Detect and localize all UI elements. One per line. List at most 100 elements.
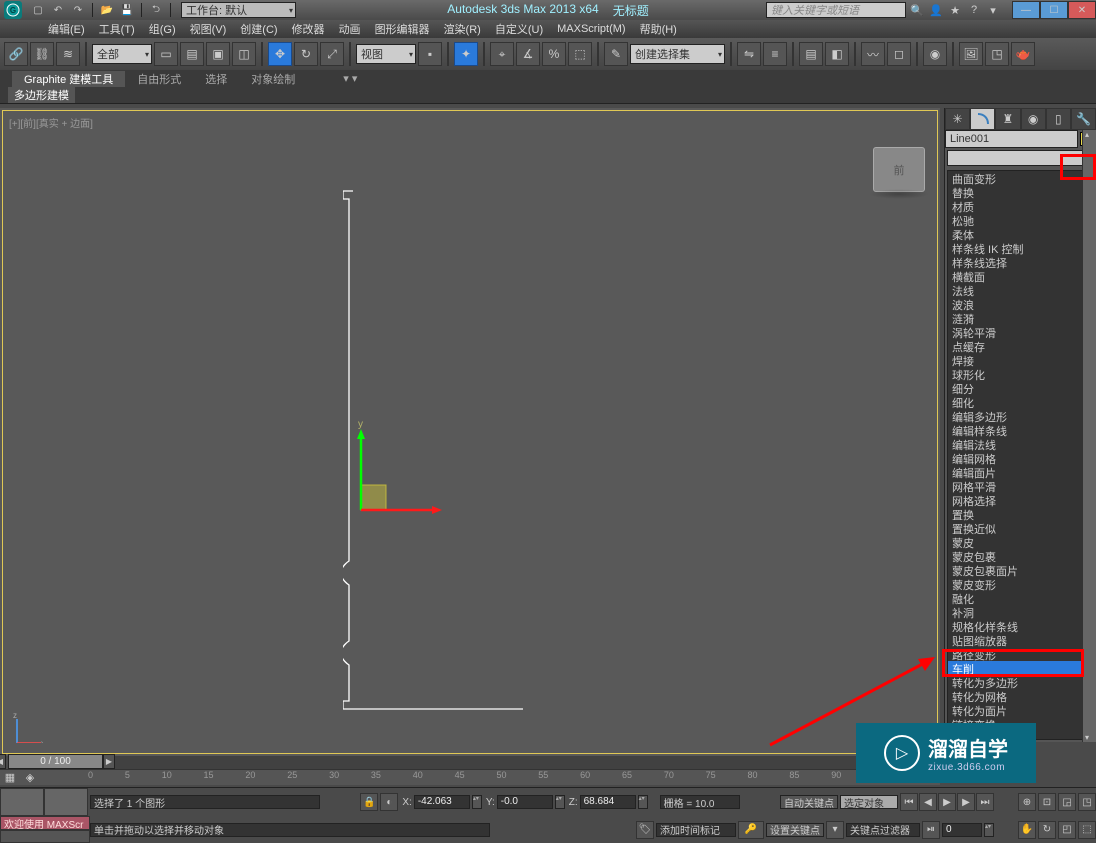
named-selection-dropdown[interactable]: 创建选择集: [630, 44, 725, 64]
select-rect-icon[interactable]: ▣: [206, 42, 230, 66]
align-icon[interactable]: ≡: [763, 42, 787, 66]
time-slider-prev[interactable]: ◀: [0, 754, 6, 769]
graphite-toggle-icon[interactable]: ◧: [825, 42, 849, 66]
goto-end-icon[interactable]: ⏭: [976, 793, 994, 811]
modifier-item[interactable]: 车削: [948, 661, 1093, 675]
track-key-icon[interactable]: ◈: [20, 771, 40, 784]
z-spinner[interactable]: ▴▾: [638, 795, 648, 809]
search-icon[interactable]: 🔍: [909, 2, 925, 18]
reference-coord-dropdown[interactable]: 视图: [356, 44, 416, 64]
isolate-icon[interactable]: ◐: [380, 793, 398, 811]
menu-views[interactable]: 视图(V): [186, 21, 231, 37]
x-coord-input[interactable]: -42.063: [414, 795, 470, 809]
open-icon[interactable]: 📂: [99, 2, 115, 18]
time-slider-thumb[interactable]: 0 / 100: [8, 754, 103, 769]
dropdown-icon[interactable]: ▾: [985, 2, 1001, 18]
maxscript-mini-listener[interactable]: [0, 788, 44, 816]
time-tag-icon[interactable]: 🏷: [636, 821, 654, 839]
viewport-nav-7[interactable]: ◰: [1058, 821, 1076, 839]
project-icon[interactable]: ⮌: [148, 2, 164, 18]
viewport-nav-3[interactable]: ◲: [1058, 793, 1076, 811]
command-panel-scrollbar[interactable]: [1082, 130, 1096, 742]
spinner-snap-icon[interactable]: ⬚: [568, 42, 592, 66]
modifier-item[interactable]: 网格选择: [948, 493, 1093, 507]
auto-key-button[interactable]: 自动关键点: [780, 795, 838, 809]
undo-icon[interactable]: ↶: [50, 2, 66, 18]
ribbon-tab-graphite[interactable]: Graphite 建模工具: [12, 71, 125, 87]
modifier-item[interactable]: 贴图缩放器: [948, 633, 1093, 647]
lock-selection-icon[interactable]: 🔒: [360, 793, 378, 811]
modifier-item[interactable]: 蒙皮: [948, 535, 1093, 549]
modifier-item[interactable]: 置换: [948, 507, 1093, 521]
transform-gizmo[interactable]: y x: [343, 421, 443, 521]
frame-spinner[interactable]: ▴▾: [984, 823, 994, 837]
menu-graph-editors[interactable]: 图形编辑器: [371, 21, 434, 37]
menu-customize[interactable]: 自定义(U): [491, 21, 547, 37]
current-frame-input[interactable]: 0: [942, 823, 982, 837]
modifier-item[interactable]: 涟漪: [948, 311, 1093, 325]
viewport-nav-6[interactable]: ↻: [1038, 821, 1056, 839]
set-key-button[interactable]: 设置关键点: [766, 823, 824, 837]
rendered-frame-icon[interactable]: ◳: [985, 42, 1009, 66]
view-cube[interactable]: 前: [873, 147, 925, 192]
modifier-item[interactable]: 松驰: [948, 213, 1093, 227]
modifier-item[interactable]: 融化: [948, 591, 1093, 605]
y-coord-input[interactable]: -0.0: [497, 795, 553, 809]
modifier-item[interactable]: 曲面变形: [948, 171, 1093, 185]
layer-manager-icon[interactable]: ▤: [799, 42, 823, 66]
modifier-item[interactable]: 样条线选择: [948, 255, 1093, 269]
bind-icon[interactable]: ≋: [56, 42, 80, 66]
prev-frame-icon[interactable]: ◀: [919, 793, 937, 811]
modifier-item[interactable]: 细化: [948, 395, 1093, 409]
pivot-icon[interactable]: ▪: [418, 42, 442, 66]
modifier-item[interactable]: 置换近似: [948, 521, 1093, 535]
modifier-list-dropdown[interactable]: [947, 150, 1094, 166]
add-time-tag[interactable]: 添加时间标记: [656, 823, 736, 837]
time-slider-next[interactable]: ▶: [103, 754, 115, 769]
menu-help[interactable]: 帮助(H): [636, 21, 681, 37]
link-icon[interactable]: 🔗: [4, 42, 28, 66]
selection-filter-dropdown[interactable]: 全部: [92, 44, 152, 64]
minimize-button[interactable]: —: [1012, 1, 1040, 19]
modifier-item[interactable]: 细分: [948, 381, 1093, 395]
cp-tab-create[interactable]: ✳: [945, 108, 970, 130]
menu-tools[interactable]: 工具(T): [95, 21, 139, 37]
modifier-item[interactable]: 转化为网格: [948, 689, 1093, 703]
select-move-icon[interactable]: ✥: [268, 42, 292, 66]
modifier-item[interactable]: 焊接: [948, 353, 1093, 367]
cp-tab-modify[interactable]: [970, 108, 995, 130]
favorite-icon[interactable]: ★: [947, 2, 963, 18]
modifier-list[interactable]: 曲面变形替换材质松驰柔体样条线 IK 控制样条线选择横截面法线波浪涟漪涡轮平滑点…: [947, 170, 1094, 740]
viewport-nav-2[interactable]: ⊡: [1038, 793, 1056, 811]
viewport[interactable]: [+][前][真实 + 边面] 前 y x z x: [2, 110, 938, 754]
menu-create[interactable]: 创建(C): [236, 21, 281, 37]
modifier-item[interactable]: 编辑多边形: [948, 409, 1093, 423]
modifier-item[interactable]: 编辑法线: [948, 437, 1093, 451]
cp-tab-motion[interactable]: ◉: [1021, 108, 1046, 130]
material-editor-icon[interactable]: ◉: [923, 42, 947, 66]
object-name-input[interactable]: Line001: [945, 130, 1078, 148]
x-spinner[interactable]: ▴▾: [472, 795, 482, 809]
modifier-item[interactable]: 柔体: [948, 227, 1093, 241]
modifier-item[interactable]: 转化为多边形: [948, 675, 1093, 689]
modifier-item[interactable]: 规格化样条线: [948, 619, 1093, 633]
viewport-nav-1[interactable]: ⊕: [1018, 793, 1036, 811]
signin-icon[interactable]: 👤: [928, 2, 944, 18]
ribbon-sub-poly[interactable]: 多边形建模: [8, 87, 75, 103]
app-icon[interactable]: G: [4, 1, 22, 19]
modifier-item[interactable]: 路径变形: [948, 647, 1093, 661]
key-filter-icon[interactable]: ▾: [826, 821, 844, 839]
menu-edit[interactable]: 编辑(E): [44, 21, 89, 37]
modifier-item[interactable]: 替换: [948, 185, 1093, 199]
modifier-item[interactable]: 涡轮平滑: [948, 325, 1093, 339]
modifier-item[interactable]: 补洞: [948, 605, 1093, 619]
track-mini-icon[interactable]: ▦: [0, 771, 20, 784]
modifier-item[interactable]: 转化为面片: [948, 703, 1093, 717]
play-icon[interactable]: ▶: [938, 793, 956, 811]
modifier-item[interactable]: 点缓存: [948, 339, 1093, 353]
redo-icon[interactable]: ↷: [70, 2, 86, 18]
maxscript-input[interactable]: [0, 830, 90, 843]
ribbon-dropdown-icon[interactable]: ▾ ▾: [331, 72, 369, 85]
modifier-item[interactable]: 编辑网格: [948, 451, 1093, 465]
snap-toggle-icon[interactable]: ⌖: [490, 42, 514, 66]
